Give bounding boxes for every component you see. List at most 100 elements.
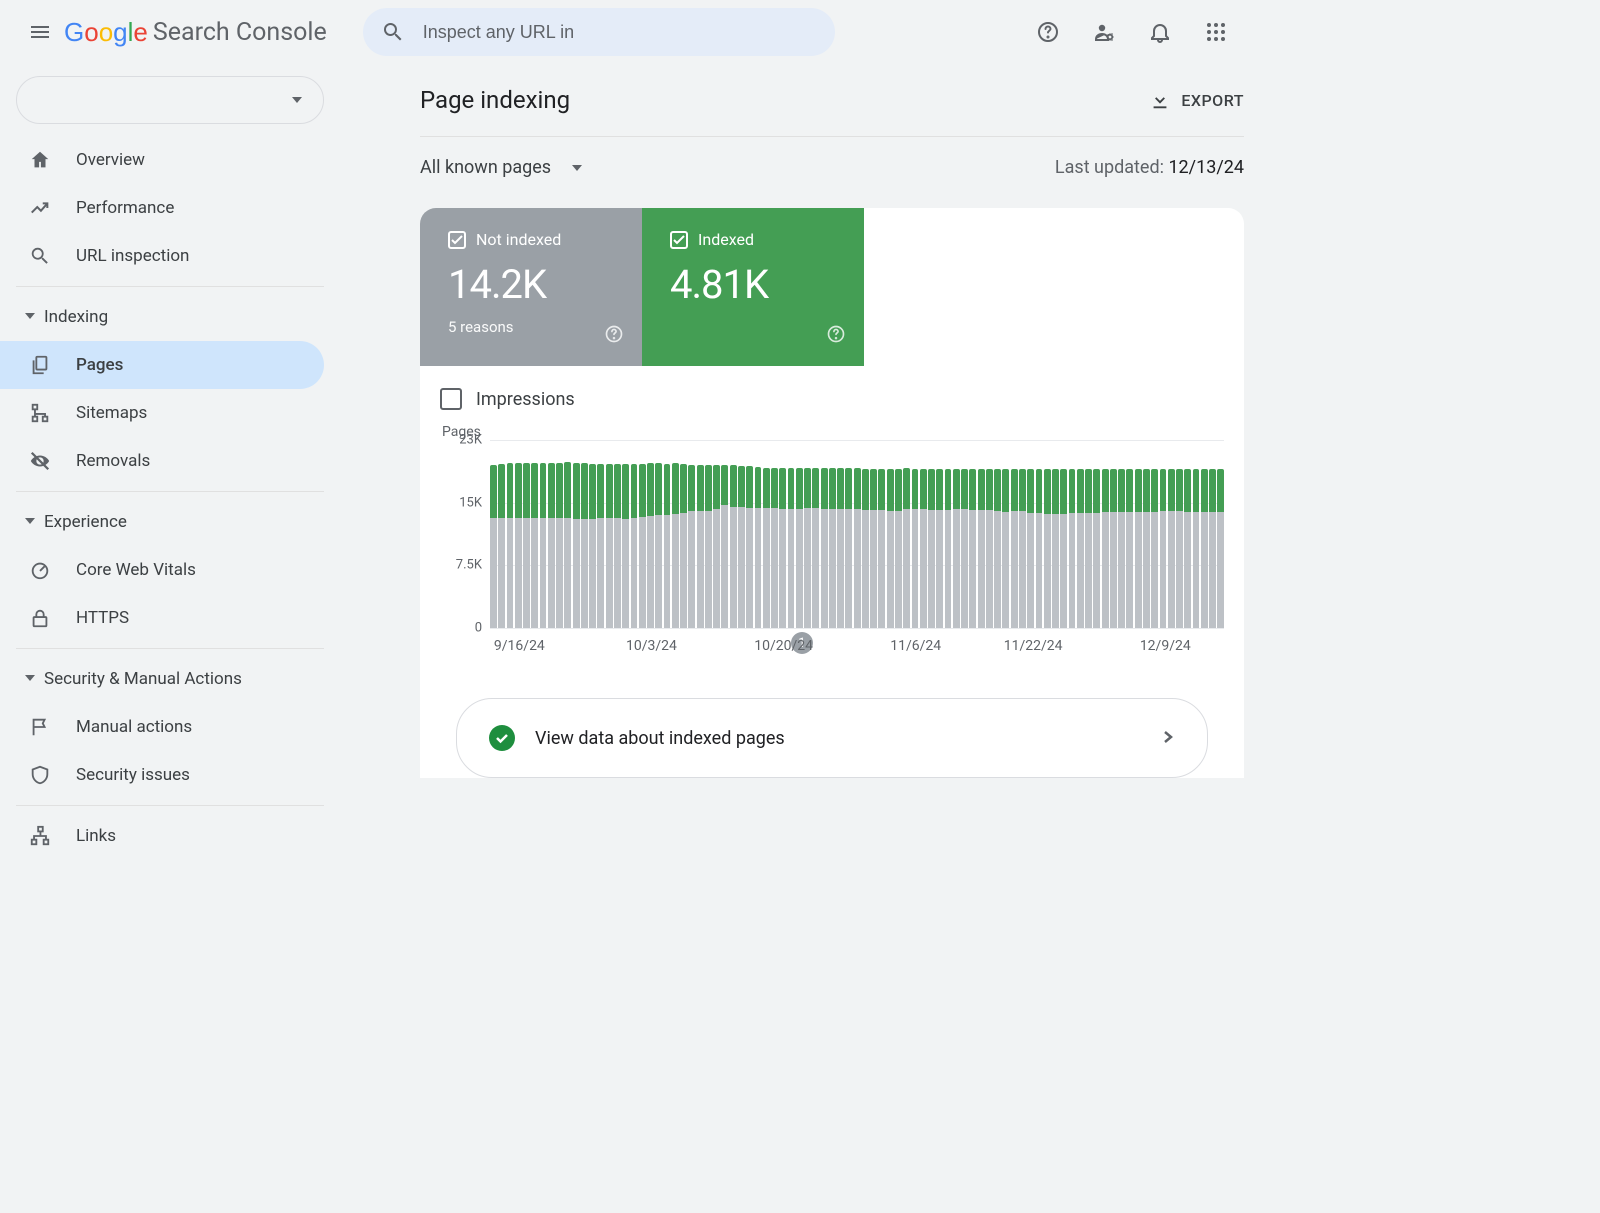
- property-selector[interactable]: [16, 76, 324, 124]
- bar[interactable]: [845, 440, 852, 628]
- bar[interactable]: [498, 440, 505, 628]
- bar[interactable]: [1143, 440, 1150, 628]
- sidebar-item-manual-actions[interactable]: Manual actions: [0, 703, 324, 751]
- sidebar-item-links[interactable]: Links: [0, 812, 324, 860]
- bar[interactable]: [1135, 440, 1142, 628]
- bar[interactable]: [821, 440, 828, 628]
- logo[interactable]: Google Search Console: [64, 17, 327, 48]
- bar[interactable]: [1052, 440, 1059, 628]
- bar[interactable]: [755, 440, 762, 628]
- bar[interactable]: [622, 440, 629, 628]
- bar[interactable]: [705, 440, 712, 628]
- bar[interactable]: [854, 440, 861, 628]
- bar[interactable]: [548, 440, 555, 628]
- bar[interactable]: [903, 440, 910, 628]
- bar[interactable]: [1069, 440, 1076, 628]
- bar[interactable]: [647, 440, 654, 628]
- bar[interactable]: [515, 440, 522, 628]
- bar[interactable]: [664, 440, 671, 628]
- sidebar-item-https[interactable]: HTTPS: [0, 594, 324, 642]
- bar[interactable]: [804, 440, 811, 628]
- bar[interactable]: [763, 440, 770, 628]
- bar[interactable]: [730, 440, 737, 628]
- bar[interactable]: [895, 440, 902, 628]
- bar[interactable]: [597, 440, 604, 628]
- bar[interactable]: [680, 440, 687, 628]
- bar[interactable]: [556, 440, 563, 628]
- bar[interactable]: [738, 440, 745, 628]
- bar[interactable]: [1093, 440, 1100, 628]
- bar[interactable]: [936, 440, 943, 628]
- bar[interactable]: [1060, 440, 1067, 628]
- bar[interactable]: [1193, 440, 1200, 628]
- view-indexed-pages-link[interactable]: View data about indexed pages: [456, 698, 1208, 778]
- checkbox-icon[interactable]: [440, 388, 462, 410]
- bar[interactable]: [953, 440, 960, 628]
- sidebar-section-experience[interactable]: Experience: [0, 498, 324, 546]
- bar[interactable]: [986, 440, 993, 628]
- bar[interactable]: [655, 440, 662, 628]
- bar[interactable]: [1110, 440, 1117, 628]
- bar[interactable]: [1201, 440, 1208, 628]
- bar[interactable]: [912, 440, 919, 628]
- bar[interactable]: [531, 440, 538, 628]
- bar[interactable]: [631, 440, 638, 628]
- bar[interactable]: [961, 440, 968, 628]
- bar[interactable]: [920, 440, 927, 628]
- bar[interactable]: [490, 440, 497, 628]
- bar[interactable]: [573, 440, 580, 628]
- sidebar-section-indexing[interactable]: Indexing: [0, 293, 324, 341]
- notifications-icon[interactable]: [1136, 8, 1184, 56]
- bar[interactable]: [887, 440, 894, 628]
- sidebar-item-pages[interactable]: Pages: [0, 341, 324, 389]
- sidebar-item-core-web-vitals[interactable]: Core Web Vitals: [0, 546, 324, 594]
- bar[interactable]: [878, 440, 885, 628]
- sidebar-item-performance[interactable]: Performance: [0, 184, 324, 232]
- tab-indexed[interactable]: Indexed 4.81K: [642, 208, 864, 366]
- bar[interactable]: [812, 440, 819, 628]
- bar[interactable]: [564, 440, 571, 628]
- bar[interactable]: [829, 440, 836, 628]
- sidebar-section-security[interactable]: Security & Manual Actions: [0, 655, 324, 703]
- sidebar-item-overview[interactable]: Overview: [0, 136, 324, 184]
- search-input[interactable]: [421, 21, 817, 44]
- bar[interactable]: [1176, 440, 1183, 628]
- bar[interactable]: [1019, 440, 1026, 628]
- bar[interactable]: [779, 440, 786, 628]
- sidebar-item-sitemaps[interactable]: Sitemaps: [0, 389, 324, 437]
- impressions-toggle[interactable]: Impressions: [420, 366, 1244, 420]
- bar[interactable]: [1011, 440, 1018, 628]
- bar[interactable]: [945, 440, 952, 628]
- bar[interactable]: [746, 440, 753, 628]
- bar[interactable]: [581, 440, 588, 628]
- bar[interactable]: [788, 440, 795, 628]
- bar[interactable]: [523, 440, 530, 628]
- filter-dropdown[interactable]: All known pages: [420, 157, 583, 178]
- bar[interactable]: [697, 440, 704, 628]
- apps-icon[interactable]: [1192, 8, 1240, 56]
- bar[interactable]: [969, 440, 976, 628]
- bar[interactable]: [870, 440, 877, 628]
- bar[interactable]: [1168, 440, 1175, 628]
- bar[interactable]: [837, 440, 844, 628]
- bar[interactable]: [1077, 440, 1084, 628]
- bar[interactable]: [688, 440, 695, 628]
- bar[interactable]: [1036, 440, 1043, 628]
- bar[interactable]: [606, 440, 613, 628]
- bar[interactable]: [614, 440, 621, 628]
- bar[interactable]: [1126, 440, 1133, 628]
- bar[interactable]: [639, 440, 646, 628]
- bar[interactable]: [713, 440, 720, 628]
- bar[interactable]: [1209, 440, 1216, 628]
- bar[interactable]: [672, 440, 679, 628]
- bar[interactable]: [1217, 440, 1224, 628]
- bar[interactable]: [507, 440, 514, 628]
- bar[interactable]: [771, 440, 778, 628]
- help-icon[interactable]: [826, 324, 846, 348]
- bar[interactable]: [1002, 440, 1009, 628]
- bar[interactable]: [1160, 440, 1167, 628]
- tab-not-indexed[interactable]: Not indexed 14.2K 5 reasons: [420, 208, 642, 366]
- bar[interactable]: [721, 440, 728, 628]
- sidebar-item-removals[interactable]: Removals: [0, 437, 324, 485]
- bar[interactable]: [540, 440, 547, 628]
